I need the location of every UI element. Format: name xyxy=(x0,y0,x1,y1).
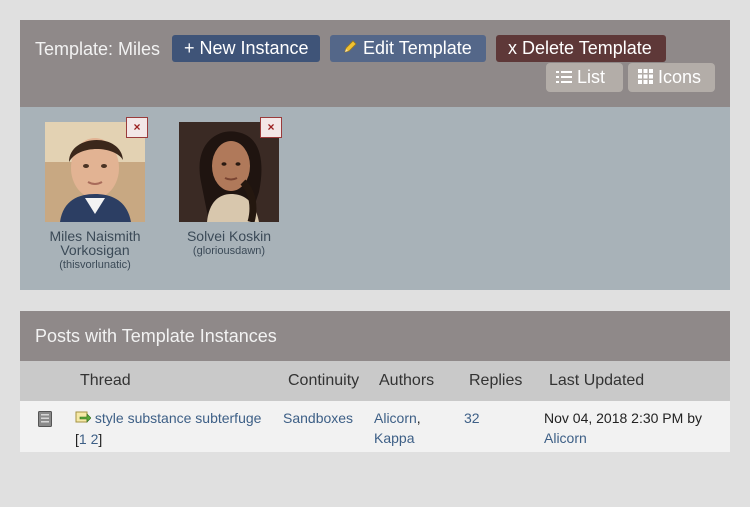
page-1-link[interactable]: 1 xyxy=(79,431,87,447)
view-icons-button[interactable]: Icons xyxy=(628,63,715,92)
posts-table-header: Thread Continuity Authors Replies Last U… xyxy=(20,361,730,401)
posts-heading: Posts with Template Instances xyxy=(20,311,730,361)
grid-icon xyxy=(638,64,653,93)
table-row: style substance subterfuge [1 2] Sandbox… xyxy=(20,401,730,452)
character-miles: × Miles Naismith Vorkosigan (thisvorluna… xyxy=(35,117,155,271)
character-user: (thisvorlunatic) xyxy=(59,259,131,271)
column-replies: Replies xyxy=(469,372,523,389)
thread-cell: style substance subterfuge [1 2] xyxy=(75,408,275,449)
author-link[interactable]: Alicorn xyxy=(374,410,417,426)
continuity-cell: Sandboxes xyxy=(283,408,353,428)
author-link[interactable]: Kappa xyxy=(374,430,414,446)
list-icon xyxy=(556,64,572,93)
remove-icon: × xyxy=(133,120,141,134)
remove-character-button[interactable]: × xyxy=(260,117,282,138)
edit-template-button[interactable]: Edit Template xyxy=(330,35,486,62)
last-updated-text: Nov 04, 2018 2:30 PM by xyxy=(544,410,702,426)
thread-status-icon xyxy=(38,411,52,432)
column-authors: Authors xyxy=(379,372,435,389)
pencil-icon xyxy=(342,36,358,63)
pages-close-bracket: ] xyxy=(98,431,103,448)
last-updated-author-link[interactable]: Alicorn xyxy=(544,430,587,446)
avatar[interactable]: × xyxy=(179,117,282,222)
column-continuity: Continuity xyxy=(288,372,360,389)
column-last-updated: Last Updated xyxy=(549,372,645,389)
avatar[interactable]: × xyxy=(45,117,148,222)
column-thread: Thread xyxy=(80,372,131,389)
remove-character-button[interactable]: × xyxy=(126,117,148,138)
character-solvei: × Solvei Koskin (gloriousdawn) xyxy=(169,117,289,257)
remove-icon: × xyxy=(267,120,275,134)
continuity-link[interactable]: Sandboxes xyxy=(283,410,353,426)
replies-link[interactable]: 32 xyxy=(464,410,480,426)
character-name[interactable]: Solvei Koskin xyxy=(169,229,289,243)
view-list-label: List xyxy=(577,67,606,87)
view-list-button[interactable]: List xyxy=(546,63,623,92)
character-icons-panel: × Miles Naismith Vorkosigan (thisvorluna… xyxy=(20,107,730,290)
edit-template-label: Edit Template xyxy=(363,38,472,58)
new-instance-button[interactable]: + New Instance xyxy=(172,35,320,62)
new-post-icon[interactable] xyxy=(75,409,92,429)
template-header: Template: Miles + New Instance Edit Temp… xyxy=(20,20,730,107)
delete-template-button[interactable]: x Delete Template xyxy=(496,35,666,62)
last-updated-cell: Nov 04, 2018 2:30 PM by Alicorn xyxy=(544,408,724,448)
character-name[interactable]: Miles Naismith Vorkosigan xyxy=(35,229,155,257)
template-title: Template: Miles xyxy=(35,39,161,59)
author-separator: , xyxy=(416,410,421,426)
authors-cell: Alicorn, Kappa xyxy=(374,408,454,448)
character-user: (gloriousdawn) xyxy=(192,245,266,257)
view-icons-label: Icons xyxy=(658,67,702,87)
thread-link[interactable]: style substance subterfuge xyxy=(95,410,262,426)
replies-cell: 32 xyxy=(464,408,480,428)
